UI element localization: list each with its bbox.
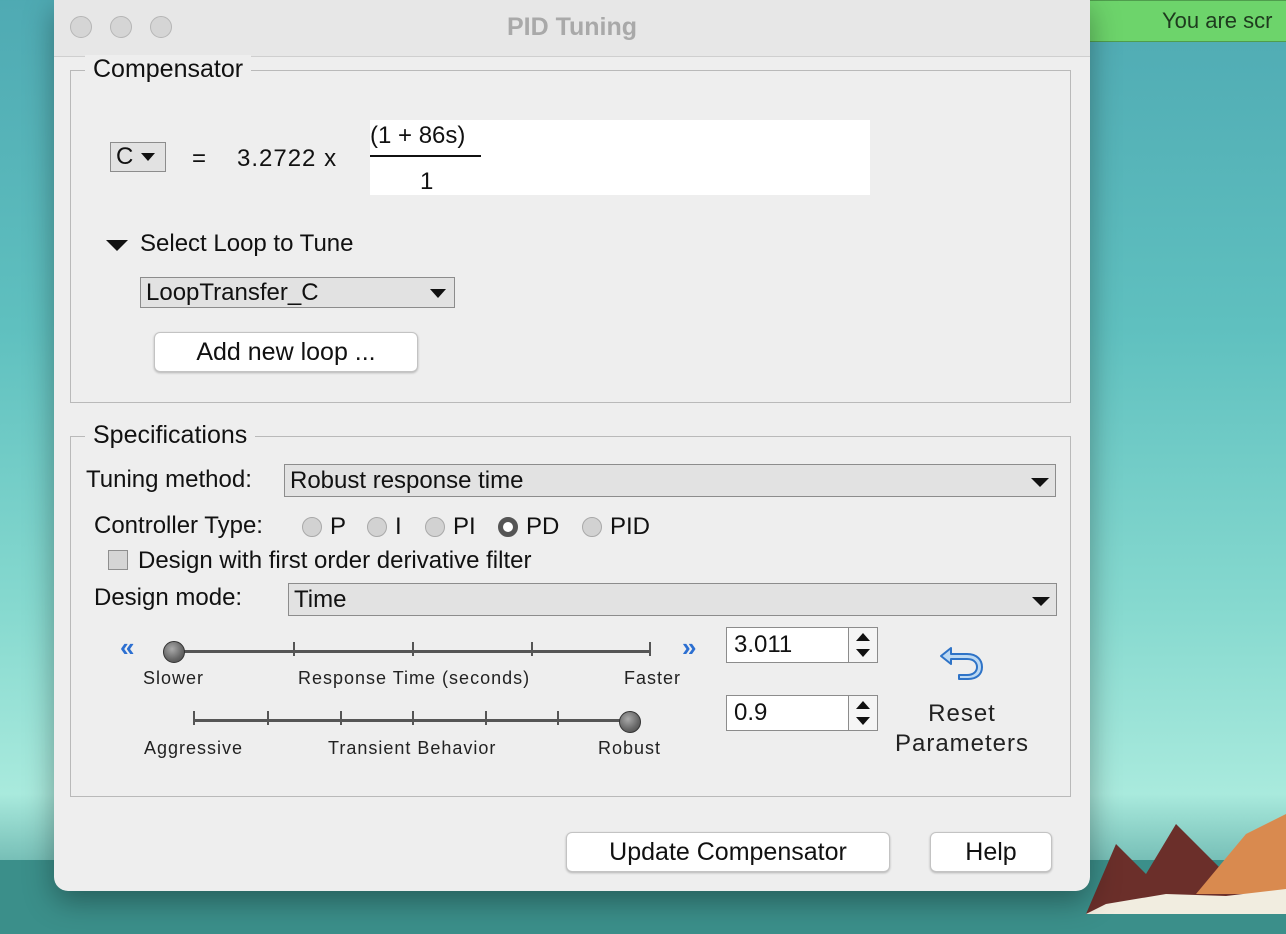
- derivative-filter-label[interactable]: Design with first order derivative filte…: [138, 547, 531, 575]
- compensator-variable-value: C: [116, 143, 134, 170]
- slider-tick: [557, 711, 559, 725]
- pid-tuning-window: PID Tuning Compensator C = 3.2722 x (1 +…: [54, 0, 1090, 891]
- design-mode-value: Time: [294, 586, 347, 613]
- fraction-bar: [370, 155, 481, 157]
- slider-tick: [293, 642, 295, 656]
- title-bar: PID Tuning: [54, 0, 1090, 57]
- reset-parameters-label[interactable]: Reset Parameters: [892, 699, 1032, 759]
- faster-label: Faster: [624, 668, 682, 688]
- radio-label: I: [395, 513, 402, 540]
- robust-label: Robust: [598, 738, 662, 758]
- spinner-up-icon[interactable]: [856, 701, 870, 709]
- response-time-value: 3.011: [734, 631, 793, 658]
- radio-controller-pd[interactable]: PD: [498, 513, 559, 541]
- transfer-function-display: (1 + 86s) 1: [370, 120, 870, 195]
- slider-tick: [267, 711, 269, 725]
- notification-text: You are scr: [1162, 8, 1273, 33]
- radio-controller-pi[interactable]: PI: [425, 513, 476, 541]
- compensator-legend: Compensator: [85, 55, 252, 84]
- transient-spinner[interactable]: 0.9: [726, 695, 878, 731]
- derivative-filter-checkbox[interactable]: [108, 550, 128, 570]
- slider-tick: [412, 711, 414, 725]
- response-time-label: Response Time (seconds): [298, 668, 531, 688]
- tuning-method-label: Tuning method:: [86, 466, 252, 493]
- slower-label: Slower: [143, 668, 205, 688]
- transient-slider-thumb[interactable]: [619, 711, 641, 733]
- radio-dot: [302, 517, 322, 537]
- response-time-slider-thumb[interactable]: [163, 641, 185, 663]
- radio-dot-selected: [498, 517, 518, 537]
- equals-sign: =: [192, 145, 207, 172]
- slider-tick: [412, 642, 414, 656]
- radio-label: PID: [610, 513, 651, 540]
- reset-label-line2: Parameters: [894, 730, 1030, 757]
- radio-dot: [425, 517, 445, 537]
- loop-select[interactable]: LoopTransfer_C: [140, 277, 455, 308]
- transient-behavior-label: Transient Behavior: [328, 738, 497, 758]
- spinner-down-icon[interactable]: [856, 717, 870, 725]
- reset-label-line1: Reset: [928, 700, 996, 727]
- slower-chevron-icon[interactable]: «: [120, 632, 134, 663]
- disclosure-triangle-icon[interactable]: [106, 240, 128, 251]
- chevron-down-icon: [141, 153, 156, 161]
- aggressive-label: Aggressive: [144, 738, 244, 758]
- transfer-numerator: (1 + 86s): [370, 122, 466, 149]
- reset-parameters-icon[interactable]: [937, 642, 985, 682]
- transient-value: 0.9: [734, 699, 768, 726]
- window-title: PID Tuning: [506, 13, 638, 41]
- desktop-hills-image: [1086, 814, 1286, 914]
- slider-tick: [531, 642, 533, 656]
- compensator-gain: 3.2722 x: [237, 145, 338, 172]
- radio-dot: [367, 517, 387, 537]
- slider-tick: [193, 711, 195, 725]
- chevron-down-icon: [1031, 478, 1049, 487]
- update-compensator-button[interactable]: Update Compensator: [566, 832, 890, 872]
- chevron-down-icon: [430, 289, 446, 298]
- radio-label: PD: [526, 513, 560, 540]
- slider-tick: [649, 642, 651, 656]
- spinner-down-icon[interactable]: [856, 649, 870, 657]
- radio-dot: [582, 517, 602, 537]
- transfer-denominator: 1: [420, 168, 434, 195]
- spinner-arrows: [848, 696, 877, 730]
- design-mode-select[interactable]: Time: [288, 583, 1057, 616]
- radio-controller-pid[interactable]: PID: [582, 513, 650, 541]
- loop-select-value: LoopTransfer_C: [146, 279, 319, 306]
- spinner-arrows: [848, 628, 877, 662]
- specifications-legend: Specifications: [85, 421, 256, 450]
- radio-controller-p[interactable]: P: [302, 513, 346, 541]
- response-time-spinner[interactable]: 3.011: [726, 627, 878, 663]
- radio-label: P: [330, 513, 347, 540]
- tuning-method-value: Robust response time: [290, 467, 524, 494]
- select-loop-label[interactable]: Select Loop to Tune: [140, 230, 354, 258]
- chevron-down-icon: [1032, 597, 1050, 606]
- spinner-up-icon[interactable]: [856, 633, 870, 641]
- compensator-variable-select[interactable]: C: [110, 142, 166, 172]
- slider-tick: [340, 711, 342, 725]
- design-mode-label: Design mode:: [94, 584, 243, 611]
- add-new-loop-button[interactable]: Add new loop ...: [154, 332, 418, 372]
- radio-label: PI: [453, 513, 476, 540]
- tuning-method-select[interactable]: Robust response time: [284, 464, 1056, 497]
- controller-type-label: Controller Type:: [94, 512, 263, 539]
- slider-tick: [485, 711, 487, 725]
- faster-chevron-icon[interactable]: »: [682, 632, 696, 663]
- radio-controller-i[interactable]: I: [367, 513, 402, 541]
- help-button[interactable]: Help: [930, 832, 1052, 872]
